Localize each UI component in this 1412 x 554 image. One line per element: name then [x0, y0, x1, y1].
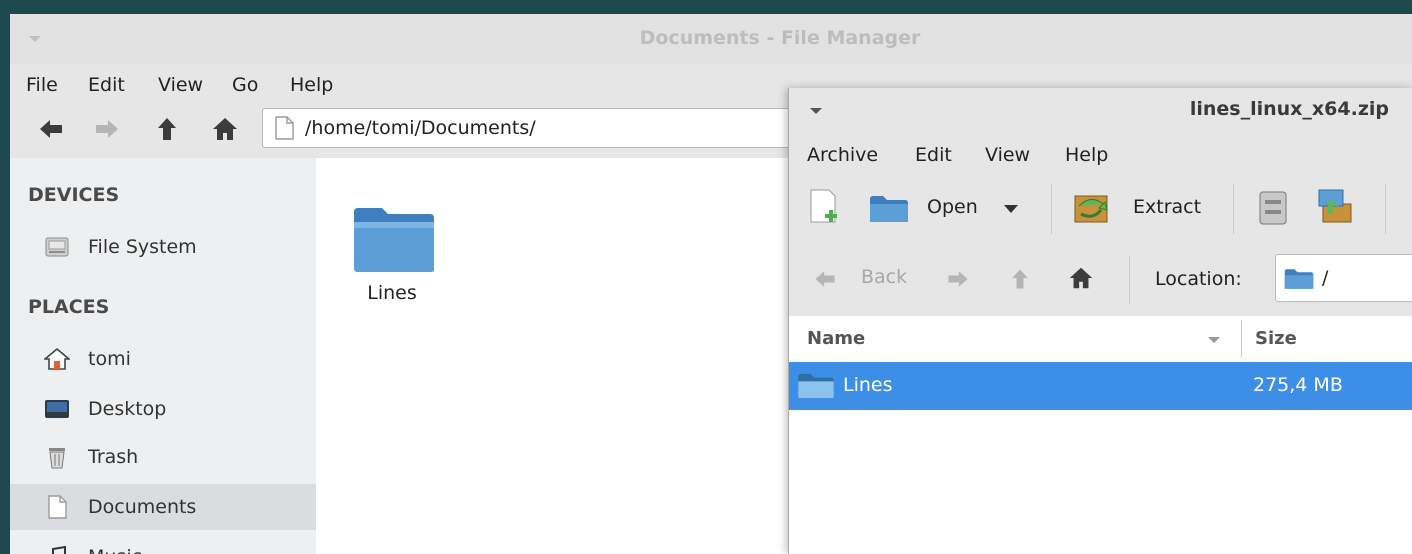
back-label: Back [861, 266, 908, 288]
separator [1051, 184, 1052, 234]
folder-icon [1284, 269, 1314, 289]
folder-icon [798, 373, 834, 399]
archive-navbar: Back Location: / [789, 244, 1412, 317]
separator [1241, 320, 1242, 358]
menubar: Archive Edit View Help [789, 134, 1412, 174]
folder-label: Lines [367, 282, 417, 304]
sidebar-item-trash[interactable]: Trash [10, 434, 316, 480]
sort-arrow-icon[interactable] [1207, 336, 1221, 344]
window-title: Documents - File Manager [639, 27, 921, 49]
sidebar-item-desktop[interactable]: Desktop [10, 386, 316, 432]
path-text: /home/tomi/Documents/ [305, 117, 536, 139]
document-icon [48, 495, 67, 519]
separator [1233, 184, 1234, 234]
file-list-empty-area[interactable] [789, 410, 1412, 554]
column-size-header[interactable]: Size [1255, 328, 1297, 349]
forward-arrow-icon[interactable] [945, 266, 971, 292]
menu-help[interactable]: Help [1065, 134, 1108, 176]
extract-icon [1074, 195, 1108, 223]
location-label: Location: [1155, 268, 1242, 290]
window-menu-icon[interactable] [809, 106, 823, 116]
sidebar-item-documents[interactable]: Documents [10, 484, 316, 530]
row-size: 275,4 MB [1253, 374, 1343, 396]
sidebar-heading-places: PLACES [28, 296, 110, 318]
home-icon[interactable] [1067, 264, 1095, 292]
open-label: Open [927, 196, 978, 218]
table-row[interactable]: Lines 275,4 MB [789, 362, 1412, 410]
sidebar-item-label: Trash [88, 446, 139, 468]
forward-arrow-icon[interactable] [92, 114, 122, 144]
sidebar-item-label: Music [88, 534, 142, 554]
extract-button[interactable]: Extract [1071, 188, 1221, 228]
path-field[interactable]: /home/tomi/Documents/ [262, 108, 822, 148]
add-files-icon[interactable] [1315, 186, 1355, 226]
sidebar-item-music[interactable]: Music [10, 534, 316, 554]
up-arrow-icon[interactable] [152, 114, 182, 144]
column-name-header[interactable]: Name [807, 328, 865, 349]
archive-manager-window: lines_linux_x64.zip Archive Edit View He… [788, 88, 1412, 554]
sidebar: DEVICES File System PLACES tomi Desktop … [10, 158, 317, 554]
sidebar-item-label: Documents [88, 496, 197, 518]
sidebar-heading-devices: DEVICES [28, 184, 120, 206]
home-icon[interactable] [210, 114, 240, 144]
menu-edit[interactable]: Edit [915, 134, 952, 176]
document-icon [275, 116, 294, 140]
archive-properties-icon[interactable] [1257, 190, 1289, 226]
column-header: Name Size [789, 316, 1412, 363]
folder-item-lines[interactable]: Lines [342, 204, 442, 314]
file-manager-titlebar[interactable]: Documents - File Manager [10, 14, 1412, 65]
separator [1385, 184, 1386, 234]
up-arrow-icon[interactable] [1007, 266, 1033, 292]
sidebar-item-tomi[interactable]: tomi [10, 336, 316, 382]
chevron-down-icon[interactable] [1003, 204, 1019, 214]
archive-toolbar: Open Extract [789, 174, 1412, 245]
window-title: lines_linux_x64.zip [1189, 98, 1389, 120]
home-icon [44, 347, 70, 370]
trash-icon [49, 448, 65, 469]
menu-view[interactable]: View [985, 134, 1030, 176]
back-arrow-icon[interactable] [36, 114, 66, 144]
archive-titlebar[interactable]: lines_linux_x64.zip [789, 88, 1412, 134]
drive-icon [45, 237, 69, 257]
extract-label: Extract [1133, 196, 1202, 218]
menu-archive[interactable]: Archive [807, 134, 878, 176]
new-archive-icon[interactable] [809, 188, 841, 228]
location-field[interactable]: / [1275, 254, 1412, 302]
folder-icon [354, 208, 434, 272]
desktop-icon [45, 400, 69, 418]
back-button[interactable]: Back [811, 264, 921, 294]
folder-icon [870, 196, 908, 222]
sidebar-item-file-system[interactable]: File System [10, 224, 316, 270]
location-value: / [1322, 267, 1329, 289]
sidebar-item-label: File System [88, 236, 197, 258]
separator [1129, 256, 1130, 304]
music-icon [52, 545, 66, 554]
sidebar-item-label: Desktop [88, 398, 167, 420]
row-name: Lines [843, 374, 893, 396]
sidebar-item-label: tomi [88, 348, 131, 370]
back-arrow-icon [815, 271, 835, 287]
